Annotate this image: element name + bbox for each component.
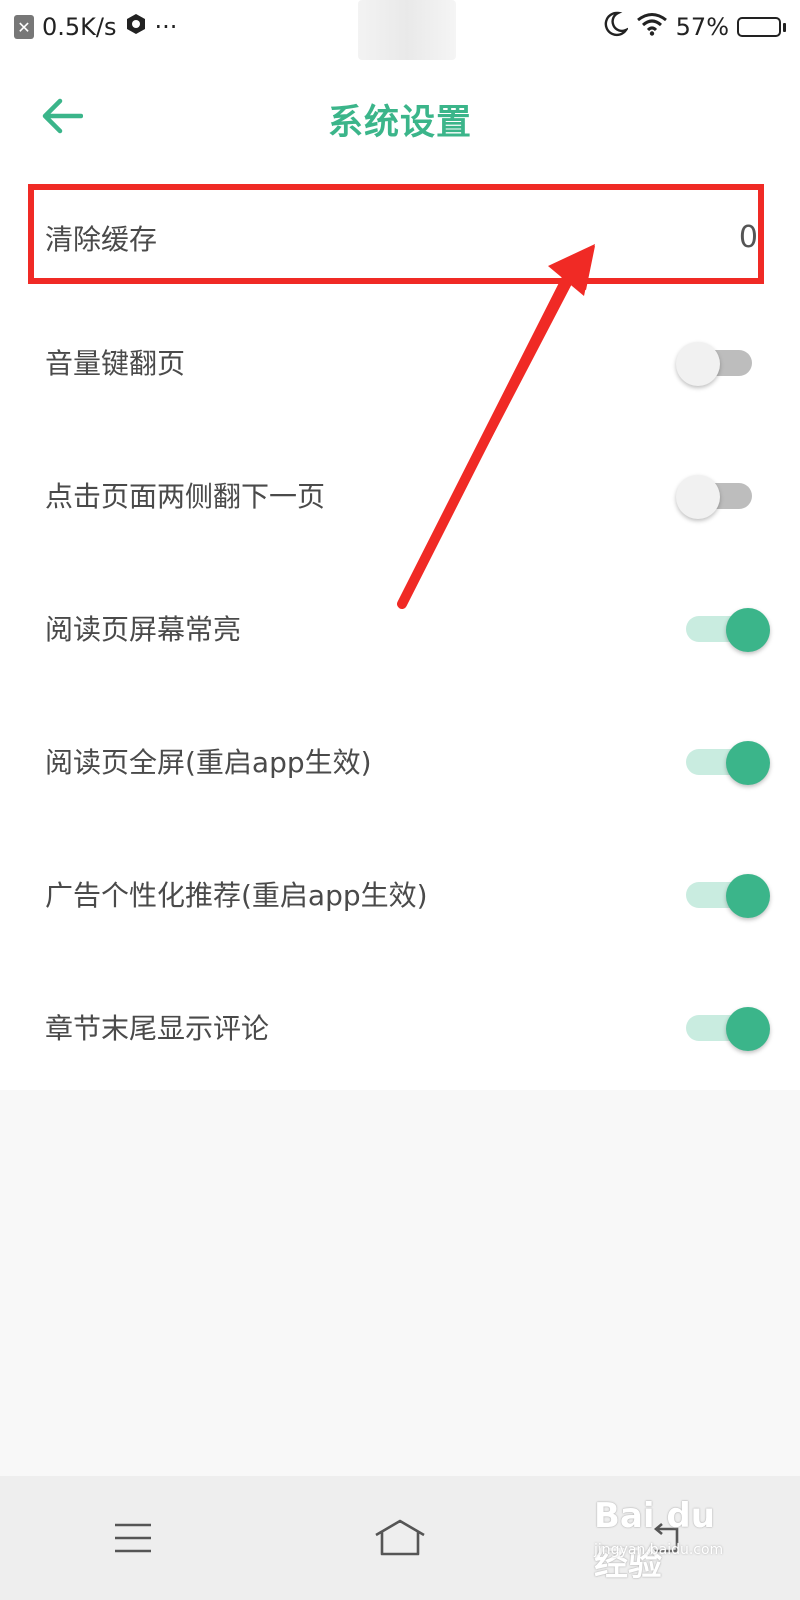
setting-tap-sides-next-page: 点击页面两侧翻下一页: [0, 428, 800, 561]
screen-always-on-toggle[interactable]: [682, 607, 770, 652]
setting-screen-always-on: 阅读页屏幕常亮: [0, 561, 800, 694]
setting-label: 广告个性化推荐(重启app生效): [45, 878, 428, 912]
menu-icon: [115, 1523, 152, 1553]
more-notifications: ···: [154, 13, 178, 41]
volume-key-page-toggle[interactable]: [676, 341, 756, 386]
nav-bar: [0, 1476, 800, 1600]
setting-label: 阅读页全屏(重启app生效): [45, 745, 372, 779]
app-notification-icon: [125, 13, 147, 41]
setting-label: 章节末尾显示评论: [45, 1011, 270, 1045]
setting-label: 音量键翻页: [45, 346, 186, 380]
tap-sides-next-page-toggle[interactable]: [676, 474, 756, 519]
setting-label: 点击页面两侧翻下一页: [45, 479, 326, 513]
empty-area: [0, 1090, 800, 1476]
nav-back-button[interactable]: [627, 1503, 707, 1573]
wifi-icon: [636, 12, 668, 42]
home-icon: [375, 1519, 425, 1556]
chapter-end-comments-toggle[interactable]: [682, 1006, 770, 1051]
setting-chapter-end-comments: 章节末尾显示评论: [0, 960, 800, 1093]
page-title: 系统设置: [327, 103, 472, 143]
nav-home-button[interactable]: [360, 1503, 440, 1573]
battery-percent: 57%: [675, 13, 729, 41]
setting-fullscreen-reading: 阅读页全屏(重启app生效): [0, 694, 800, 827]
setting-clear-cache[interactable]: 清除缓存 0: [0, 180, 800, 295]
status-bar-left: ✕ 0.5K/s ···: [14, 13, 177, 41]
back-icon: [652, 1523, 678, 1553]
blurred-region: [358, 0, 456, 60]
notification-close-icon: ✕: [14, 15, 34, 39]
setting-volume-key-page: 音量键翻页: [0, 295, 800, 428]
battery-icon: [737, 17, 786, 37]
personalized-ads-toggle[interactable]: [682, 873, 770, 918]
settings-list: 清除缓存 0 音量键翻页 点击页面两侧翻下一页 阅读页屏幕常亮 阅读页全屏(重启…: [0, 180, 800, 1093]
setting-label: 清除缓存: [45, 222, 158, 256]
cache-size-value: 0: [738, 220, 758, 255]
fullscreen-reading-toggle[interactable]: [682, 740, 770, 785]
moon-icon: [604, 11, 630, 43]
setting-label: 阅读页屏幕常亮: [45, 612, 242, 646]
nav-menu-button[interactable]: [93, 1503, 173, 1573]
network-speed: 0.5K/s: [42, 13, 117, 41]
setting-personalized-ads: 广告个性化推荐(重启app生效): [0, 827, 800, 960]
title-bar: 系统设置: [0, 70, 800, 166]
status-bar-right: 57%: [604, 11, 786, 43]
